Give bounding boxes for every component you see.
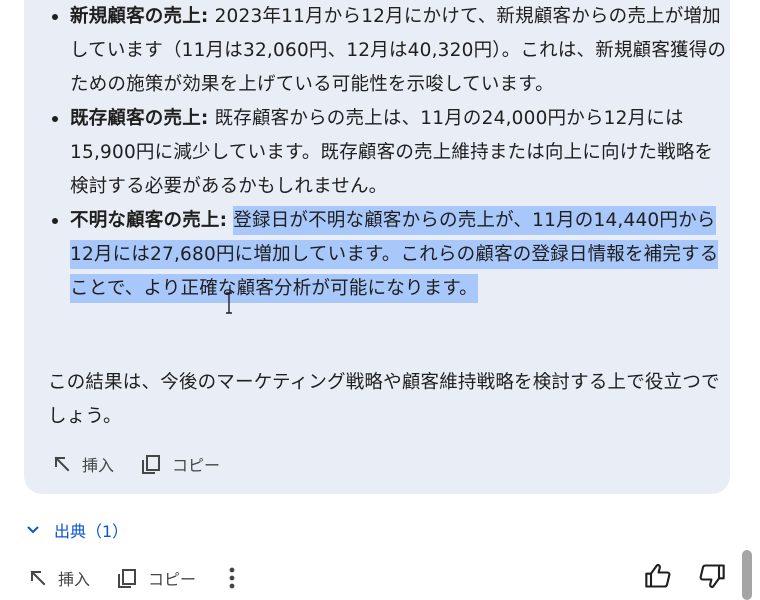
bullet-label: 既存顧客の売上:	[70, 108, 209, 129]
sources-label: 出典（1）	[54, 522, 129, 541]
copy-icon	[142, 455, 161, 474]
text-cursor-icon	[226, 292, 232, 314]
bullet-label: 新規顧客の売上:	[70, 6, 209, 27]
bullet-unknown-customers: 不明な顧客の売上: 登録日が不明な顧客からの売上が、11月の14,440円から1…	[48, 204, 728, 306]
bullet-label: 不明な顧客の売上:	[70, 210, 228, 231]
sources-toggle[interactable]: 出典（1）	[26, 518, 128, 542]
bottom-actions: 挿入 コピー	[28, 565, 242, 591]
insert-label: 挿入	[82, 456, 115, 475]
insert-label: 挿入	[58, 570, 91, 589]
more-options-button[interactable]	[222, 565, 242, 591]
bullet-list: 新規顧客の売上: 2023年11月から12月にかけて、新規顧客からの売上が増加し…	[48, 0, 728, 306]
insert-button[interactable]: 挿入	[28, 566, 90, 590]
bullet-new-customers: 新規顧客の売上: 2023年11月から12月にかけて、新規顧客からの売上が増加し…	[48, 0, 728, 102]
more-vert-icon	[229, 567, 235, 589]
scrollbar-thumb[interactable]	[742, 550, 752, 600]
copy-label: コピー	[148, 570, 197, 589]
insert-button[interactable]: 挿入	[52, 452, 114, 476]
copy-label: コピー	[172, 456, 221, 475]
arrow-up-left-icon	[30, 570, 46, 586]
bullet-existing-customers: 既存顧客の売上: 既存顧客からの売上は、11月の24,000円から12月には15…	[48, 102, 728, 204]
thumb-up-icon[interactable]	[644, 562, 672, 590]
copy-button[interactable]: コピー	[116, 566, 196, 590]
arrow-up-left-icon	[54, 456, 70, 472]
thumb-down-icon[interactable]	[698, 562, 726, 590]
copy-button[interactable]: コピー	[140, 452, 220, 476]
card-actions: 挿入 コピー	[52, 452, 220, 476]
summary-text: この結果は、今後のマーケティング戦略や顧客維持戦略を検討する上で役立つでしょう。	[48, 372, 720, 427]
feedback-buttons	[644, 562, 726, 590]
response-panel: 新規顧客の売上: 2023年11月から12月にかけて、新規顧客からの売上が増加し…	[0, 0, 760, 600]
copy-icon	[118, 569, 137, 588]
chevron-down-icon	[27, 526, 39, 534]
